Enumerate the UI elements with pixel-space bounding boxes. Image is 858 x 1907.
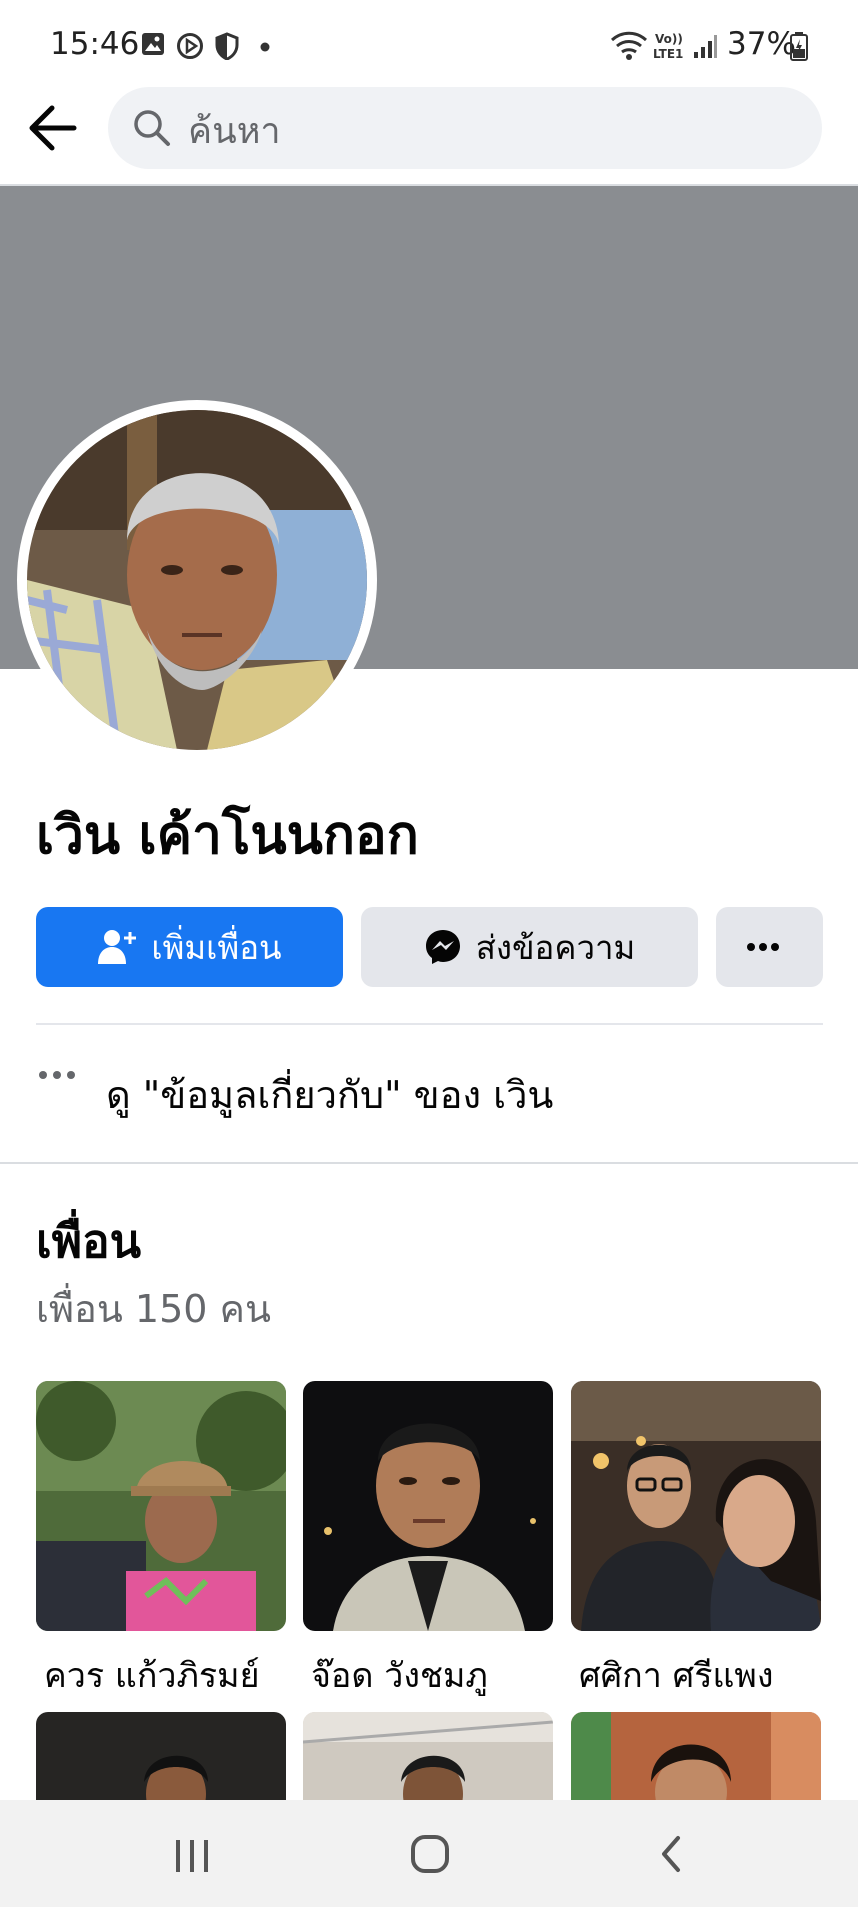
- friend-photo[interactable]: [36, 1712, 286, 1800]
- search-placeholder: ค้นหา: [188, 111, 281, 152]
- divider: [0, 1162, 858, 1164]
- circle-play-icon: [177, 33, 203, 59]
- friends-section-title: เพื่อน: [36, 1214, 142, 1268]
- friend-photo[interactable]: [303, 1712, 553, 1800]
- message-button[interactable]: ส่งข้อความ: [361, 907, 698, 987]
- profile-name: เวิน เค้าโนนกอก: [36, 805, 419, 866]
- status-time: 15:46: [50, 26, 140, 62]
- battery-icon: [790, 32, 808, 61]
- friend-photo-image: [303, 1381, 553, 1631]
- message-label: ส่งข้อความ: [475, 927, 636, 967]
- wifi-icon: [610, 31, 648, 60]
- back-arrow-icon: [29, 105, 77, 151]
- system-nav-bar: [0, 1800, 858, 1907]
- back-button[interactable]: [26, 96, 86, 156]
- volte-icon: Vo)) LTE1: [653, 32, 683, 61]
- svg-text:Vo)): Vo)): [655, 32, 683, 46]
- messenger-icon: [425, 930, 460, 964]
- more-dots-icon: [746, 943, 779, 951]
- avatar-photo: [27, 410, 367, 750]
- friend-photo-image: [303, 1712, 553, 1800]
- friend-name[interactable]: จ๊อด วังชมภู: [311, 1648, 488, 1702]
- shield-icon: [215, 32, 239, 60]
- add-friend-icon: [98, 930, 137, 964]
- search-icon: [134, 110, 170, 146]
- friend-photo[interactable]: [303, 1381, 553, 1631]
- home-icon[interactable]: [410, 1834, 450, 1874]
- add-friend-button[interactable]: เพิ่มเพื่อน: [36, 907, 343, 987]
- more-options-button[interactable]: [716, 907, 823, 987]
- status-bar: 15:46 Vo)) LTE1 37%: [0, 0, 858, 88]
- divider: [36, 1023, 823, 1025]
- friend-photo-image: [36, 1712, 286, 1800]
- svg-text:LTE1: LTE1: [653, 47, 683, 61]
- about-link[interactable]: ดู "ข้อมูลเกี่ยวกับ" ของ เวิน: [106, 1064, 553, 1125]
- friend-photo[interactable]: [571, 1712, 821, 1800]
- back-nav-icon[interactable]: [656, 1834, 686, 1874]
- friend-photo[interactable]: [36, 1381, 286, 1631]
- friend-name[interactable]: ศศิกา ศรีแพง: [579, 1648, 773, 1702]
- battery-percentage: 37%: [727, 26, 796, 62]
- friend-photo-image: [36, 1381, 286, 1631]
- dot-icon: [260, 42, 270, 52]
- gallery-icon: [142, 33, 164, 55]
- recent-apps-icon[interactable]: [172, 1838, 212, 1874]
- friend-name[interactable]: ควร แก้วภิรมย์: [44, 1648, 260, 1702]
- friends-count: เพื่อน 150 คน: [36, 1287, 271, 1331]
- friend-photo-image: [571, 1712, 821, 1800]
- more-dots-icon: [39, 1071, 75, 1079]
- friend-photo-image: [571, 1381, 821, 1631]
- friend-photo[interactable]: [571, 1381, 821, 1631]
- signal-icon: [694, 35, 717, 58]
- profile-avatar[interactable]: [27, 410, 367, 750]
- add-friend-label: เพิ่มเพื่อน: [151, 927, 282, 967]
